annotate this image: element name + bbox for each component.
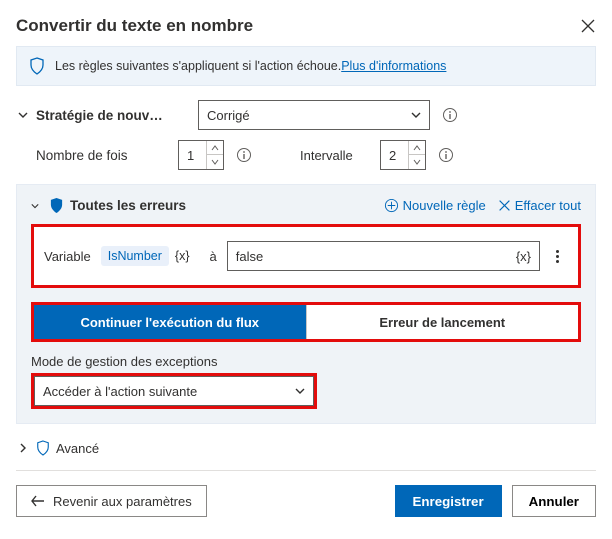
exception-mode-value: Accéder à l'action suivante [43,384,197,399]
divider [16,470,596,471]
rule-row: Variable IsNumber {x} à false {x} [31,224,581,288]
to-label: à [210,249,217,264]
close-icon[interactable] [580,18,596,34]
interval-value: 2 [389,148,396,163]
exception-mode-label: Mode de gestion des exceptions [31,354,581,369]
info-banner: Les règles suivantes s'appliquent si l'a… [16,46,596,86]
chevron-down-icon [295,386,305,396]
strategy-value: Corrigé [207,108,250,123]
dialog-title: Convertir du texte en nombre [16,16,253,36]
spinner-down-icon[interactable] [207,155,223,169]
tab-throw-error[interactable]: Erreur de lancement [306,305,579,339]
advanced-section[interactable]: Avancé [16,440,596,456]
variable-chip[interactable]: IsNumber [101,246,169,266]
cancel-button[interactable]: Annuler [512,485,596,517]
plus-circle-icon [384,198,399,213]
chevron-down-icon[interactable] [31,201,45,211]
close-icon [498,199,511,212]
errors-title: Toutes les erreurs [70,198,186,213]
interval-input[interactable]: 2 [380,140,426,170]
shield-icon [36,440,50,456]
info-icon[interactable] [236,147,252,163]
info-icon[interactable] [442,107,458,123]
fx-icon[interactable]: {x} [516,249,531,264]
new-rule-button[interactable]: Nouvelle règle [384,198,486,213]
exception-mode-select[interactable]: Accéder à l'action suivante [34,376,314,406]
spinner-down-icon[interactable] [409,155,425,169]
interval-label: Intervalle [300,148,380,163]
retries-label: Nombre de fois [16,148,178,163]
chevron-down-icon [411,110,421,120]
retries-value: 1 [187,148,194,163]
variable-label: Variable [44,249,91,264]
spinner-up-icon[interactable] [207,141,223,155]
save-button[interactable]: Enregistrer [395,485,502,517]
fx-icon[interactable]: {x} [175,249,190,263]
back-button[interactable]: Revenir aux paramètres [16,485,207,517]
strategy-label: Stratégie de nouv… [36,108,198,123]
chevron-right-icon [16,443,30,453]
rule-value: false [236,249,263,264]
tab-continue-flow[interactable]: Continuer l'exécution du flux [34,305,306,339]
strategy-select[interactable]: Corrigé [198,100,430,130]
arrow-left-icon [31,495,45,507]
clear-all-button[interactable]: Effacer tout [498,198,581,213]
more-info-link[interactable]: Plus d'informations [341,59,446,73]
chevron-down-icon[interactable] [16,110,30,120]
shield-icon [49,197,64,214]
spinner-up-icon[interactable] [409,141,425,155]
kebab-menu-icon[interactable] [546,250,568,263]
rule-value-input[interactable]: false {x} [227,241,540,271]
info-icon[interactable] [438,147,454,163]
retries-input[interactable]: 1 [178,140,224,170]
shield-icon [29,57,45,75]
banner-text: Les règles suivantes s'appliquent si l'a… [55,59,341,73]
advanced-label: Avancé [56,441,99,456]
